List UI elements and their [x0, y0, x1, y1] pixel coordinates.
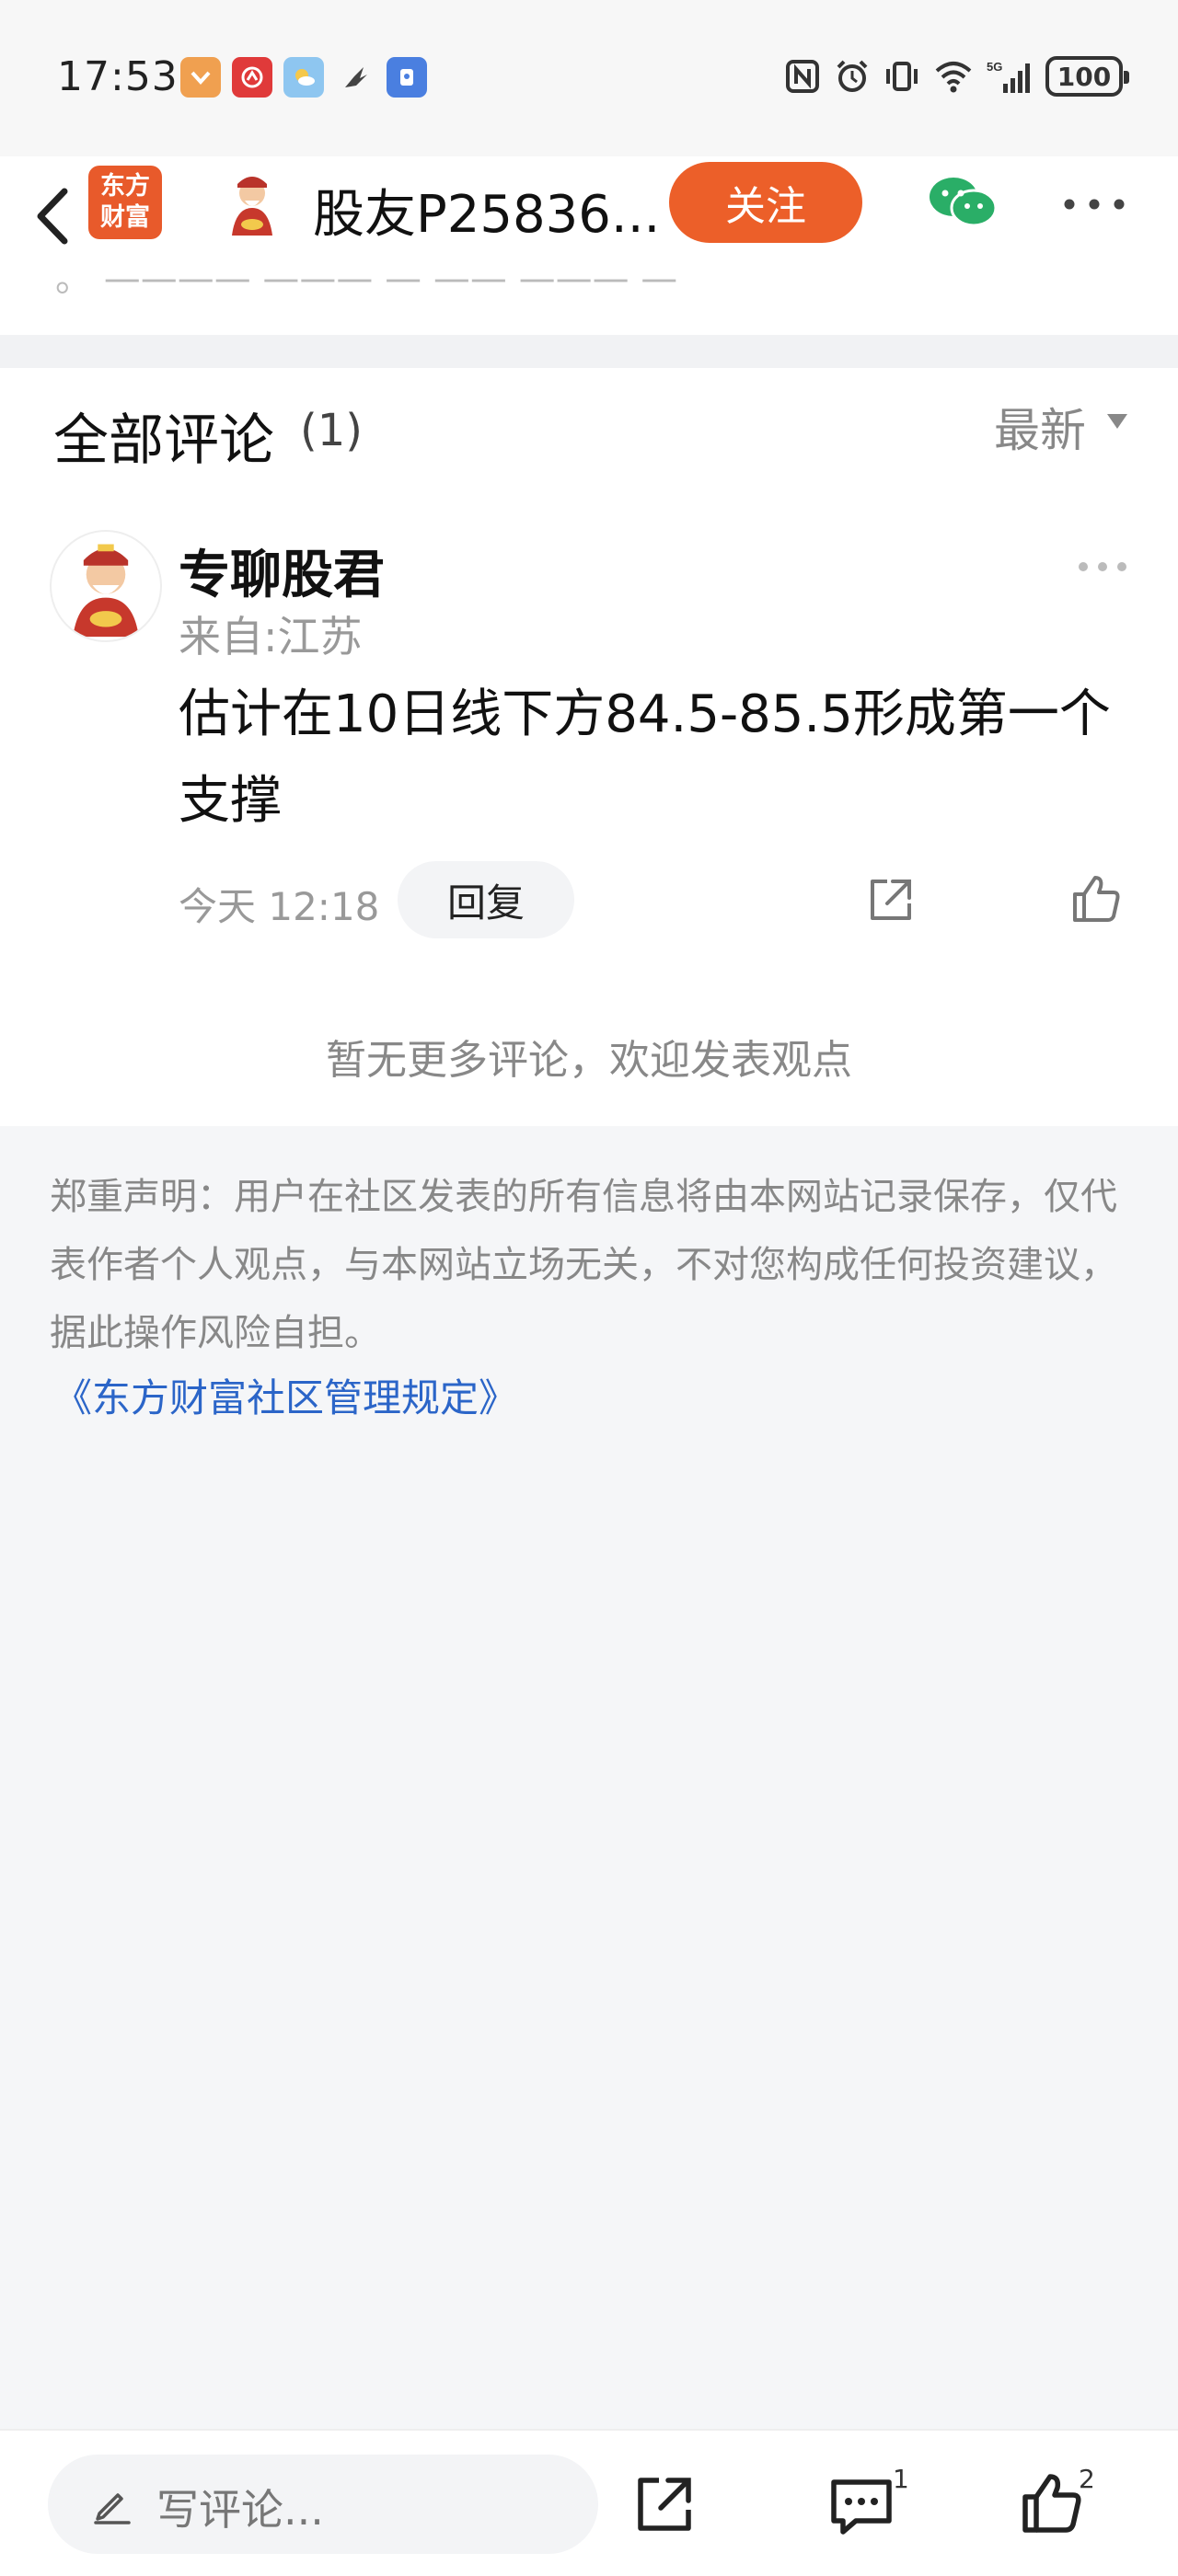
comment-text: 估计在10日线下方84.5-85.5形成第一个支撑: [179, 684, 1111, 831]
svg-text:5G: 5G: [987, 60, 1002, 74]
like-icon[interactable]: [1020, 2471, 1084, 2536]
comment-placeholder: 写评论...: [156, 2485, 324, 2535]
user-avatar[interactable]: [217, 169, 287, 239]
wifi-icon: [935, 62, 972, 93]
comments-count: (1): [300, 405, 363, 456]
feather-app-icon: [335, 57, 375, 98]
community-rules-link[interactable]: 《东方财富社区管理规定》: [53, 1367, 517, 1423]
comment-count-badge: 1: [893, 2464, 909, 2494]
nfc-icon: [786, 60, 819, 93]
bottom-action-bar: 写评论... 1 2: [0, 2429, 1178, 2576]
no-more-comments: 暂无更多评论，欢迎发表观点: [326, 1037, 852, 1084]
system-icons: 5G 100: [784, 55, 1129, 98]
comment-icon[interactable]: [828, 2477, 895, 2537]
partial-article-text: 。 ———— ——— — —— ——— —: [55, 274, 678, 300]
comment-timestamp: 今天 12:18: [179, 884, 380, 929]
comments-section: 全部评论 (1) 最新 专聊股君 来自:江苏 估计在10日线下方84.5-85.…: [0, 368, 1178, 1126]
pencil-icon: [94, 2493, 131, 2524]
commenter-location: 来自:江苏: [179, 612, 363, 661]
comment-like-icon[interactable]: [1069, 872, 1123, 926]
share-icon[interactable]: [631, 2471, 698, 2537]
page-title: 股友P25836...: [313, 185, 661, 245]
notification-icons: [180, 57, 427, 98]
disclaimer-text: 郑重声明：用户在社区发表的所有信息将由本网站记录保存，仅代表作者个人观点，与本网…: [50, 1176, 1117, 1354]
wechat-share-icon[interactable]: [926, 173, 999, 232]
sort-dropdown[interactable]: 最新: [994, 394, 1086, 460]
battery-indicator: 100: [1045, 56, 1129, 97]
follow-button[interactable]: 关注: [669, 162, 862, 243]
comment-more-icon[interactable]: [1077, 559, 1128, 574]
scrolled-content-remnant: 。 ———— ——— — —— ——— —: [0, 274, 1178, 335]
app-logo[interactable]: 东方 财富: [88, 166, 162, 239]
weather-icon: [283, 57, 324, 98]
write-comment-input[interactable]: 写评论...: [48, 2455, 598, 2554]
section-divider: [0, 335, 1178, 368]
app-notification-icon: [180, 57, 221, 98]
more-options-icon[interactable]: [1062, 195, 1126, 213]
commenter-avatar[interactable]: [50, 530, 162, 642]
reply-button[interactable]: 回复: [398, 861, 574, 938]
vibrate-icon: [886, 62, 918, 91]
shield-app-icon: [387, 57, 427, 98]
top-header: 东方 财富 股友P25836... 关注: [0, 156, 1178, 274]
status-bar: 17:53 5G 100: [0, 0, 1178, 156]
like-count-badge: 2: [1079, 2464, 1095, 2494]
commenter-name[interactable]: 专聊股君: [179, 534, 385, 608]
comments-title: 全部评论: [53, 408, 274, 473]
comment-share-icon[interactable]: [865, 874, 917, 926]
sort-caret-icon[interactable]: [1107, 414, 1127, 429]
status-time: 17:53: [57, 53, 179, 100]
finance-app-icon: [232, 57, 272, 98]
signal-icon: 5G: [987, 60, 1030, 93]
alarm-icon: [837, 60, 868, 92]
back-arrow-icon[interactable]: [24, 175, 88, 258]
